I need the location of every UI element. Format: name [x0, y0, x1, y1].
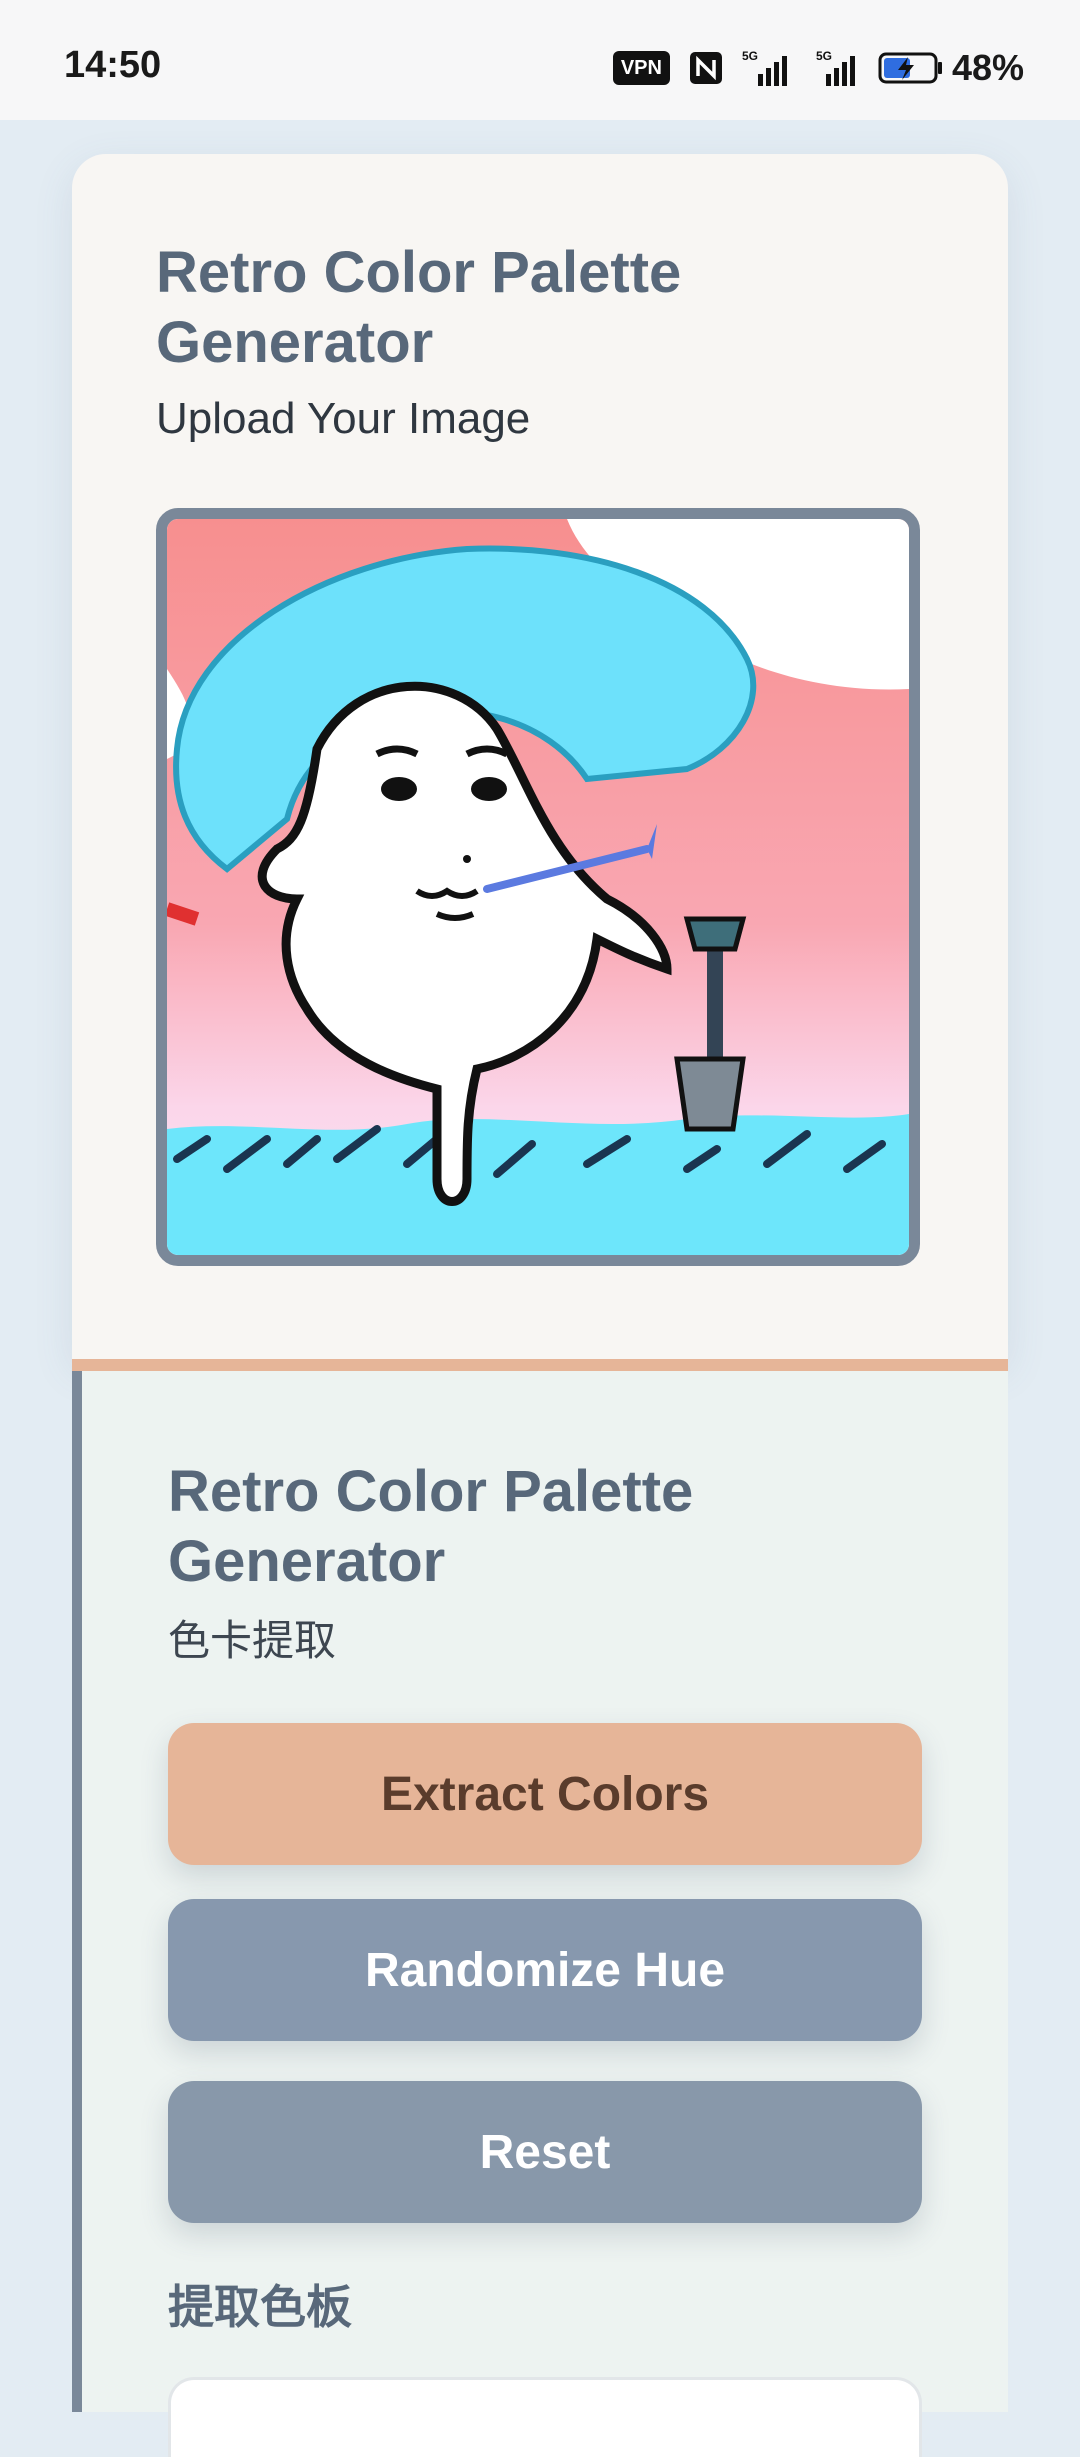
svg-text:5G: 5G	[742, 49, 758, 63]
reset-button[interactable]: Reset	[168, 2081, 922, 2223]
palette-card-title: Retro Color Palette Generator	[168, 1459, 694, 1594]
nfc-icon	[689, 52, 722, 84]
upload-subtitle: Upload Your Image	[156, 394, 531, 443]
randomize-hue-button[interactable]: Randomize Hue	[168, 1899, 922, 2041]
battery-level: 48%	[951, 47, 1024, 88]
vpn-icon: VPN	[612, 51, 670, 85]
uploaded-image[interactable]	[156, 508, 920, 1266]
app-title: Retro Color Palette Generator	[156, 240, 682, 375]
extract-colors-button[interactable]: Extract Colors	[168, 1723, 922, 1865]
signal-5g-icon: 5G	[742, 49, 787, 86]
extracted-palette-container	[168, 2377, 922, 2457]
image-preview	[167, 519, 909, 1255]
section-divider	[72, 1359, 1008, 1371]
signal-5g-icon: 5G	[816, 49, 855, 86]
palette-card-subtitle: 色卡提取	[168, 1617, 337, 1664]
palette-card: Retro Color Palette Generator 色卡提取 Extra…	[72, 1371, 1008, 2457]
clock: 14:50	[64, 44, 162, 86]
status-bar: 14:50 VPN 5G 5G 48%	[0, 0, 1080, 120]
status-icons: VPN 5G 5G 48%	[612, 40, 1024, 96]
upload-card: Retro Color Palette Generator Upload You…	[72, 154, 1008, 1359]
extracted-palette-label: 提取色板	[168, 2281, 352, 2333]
svg-text:5G: 5G	[816, 49, 832, 63]
battery-charging-icon	[878, 52, 942, 84]
